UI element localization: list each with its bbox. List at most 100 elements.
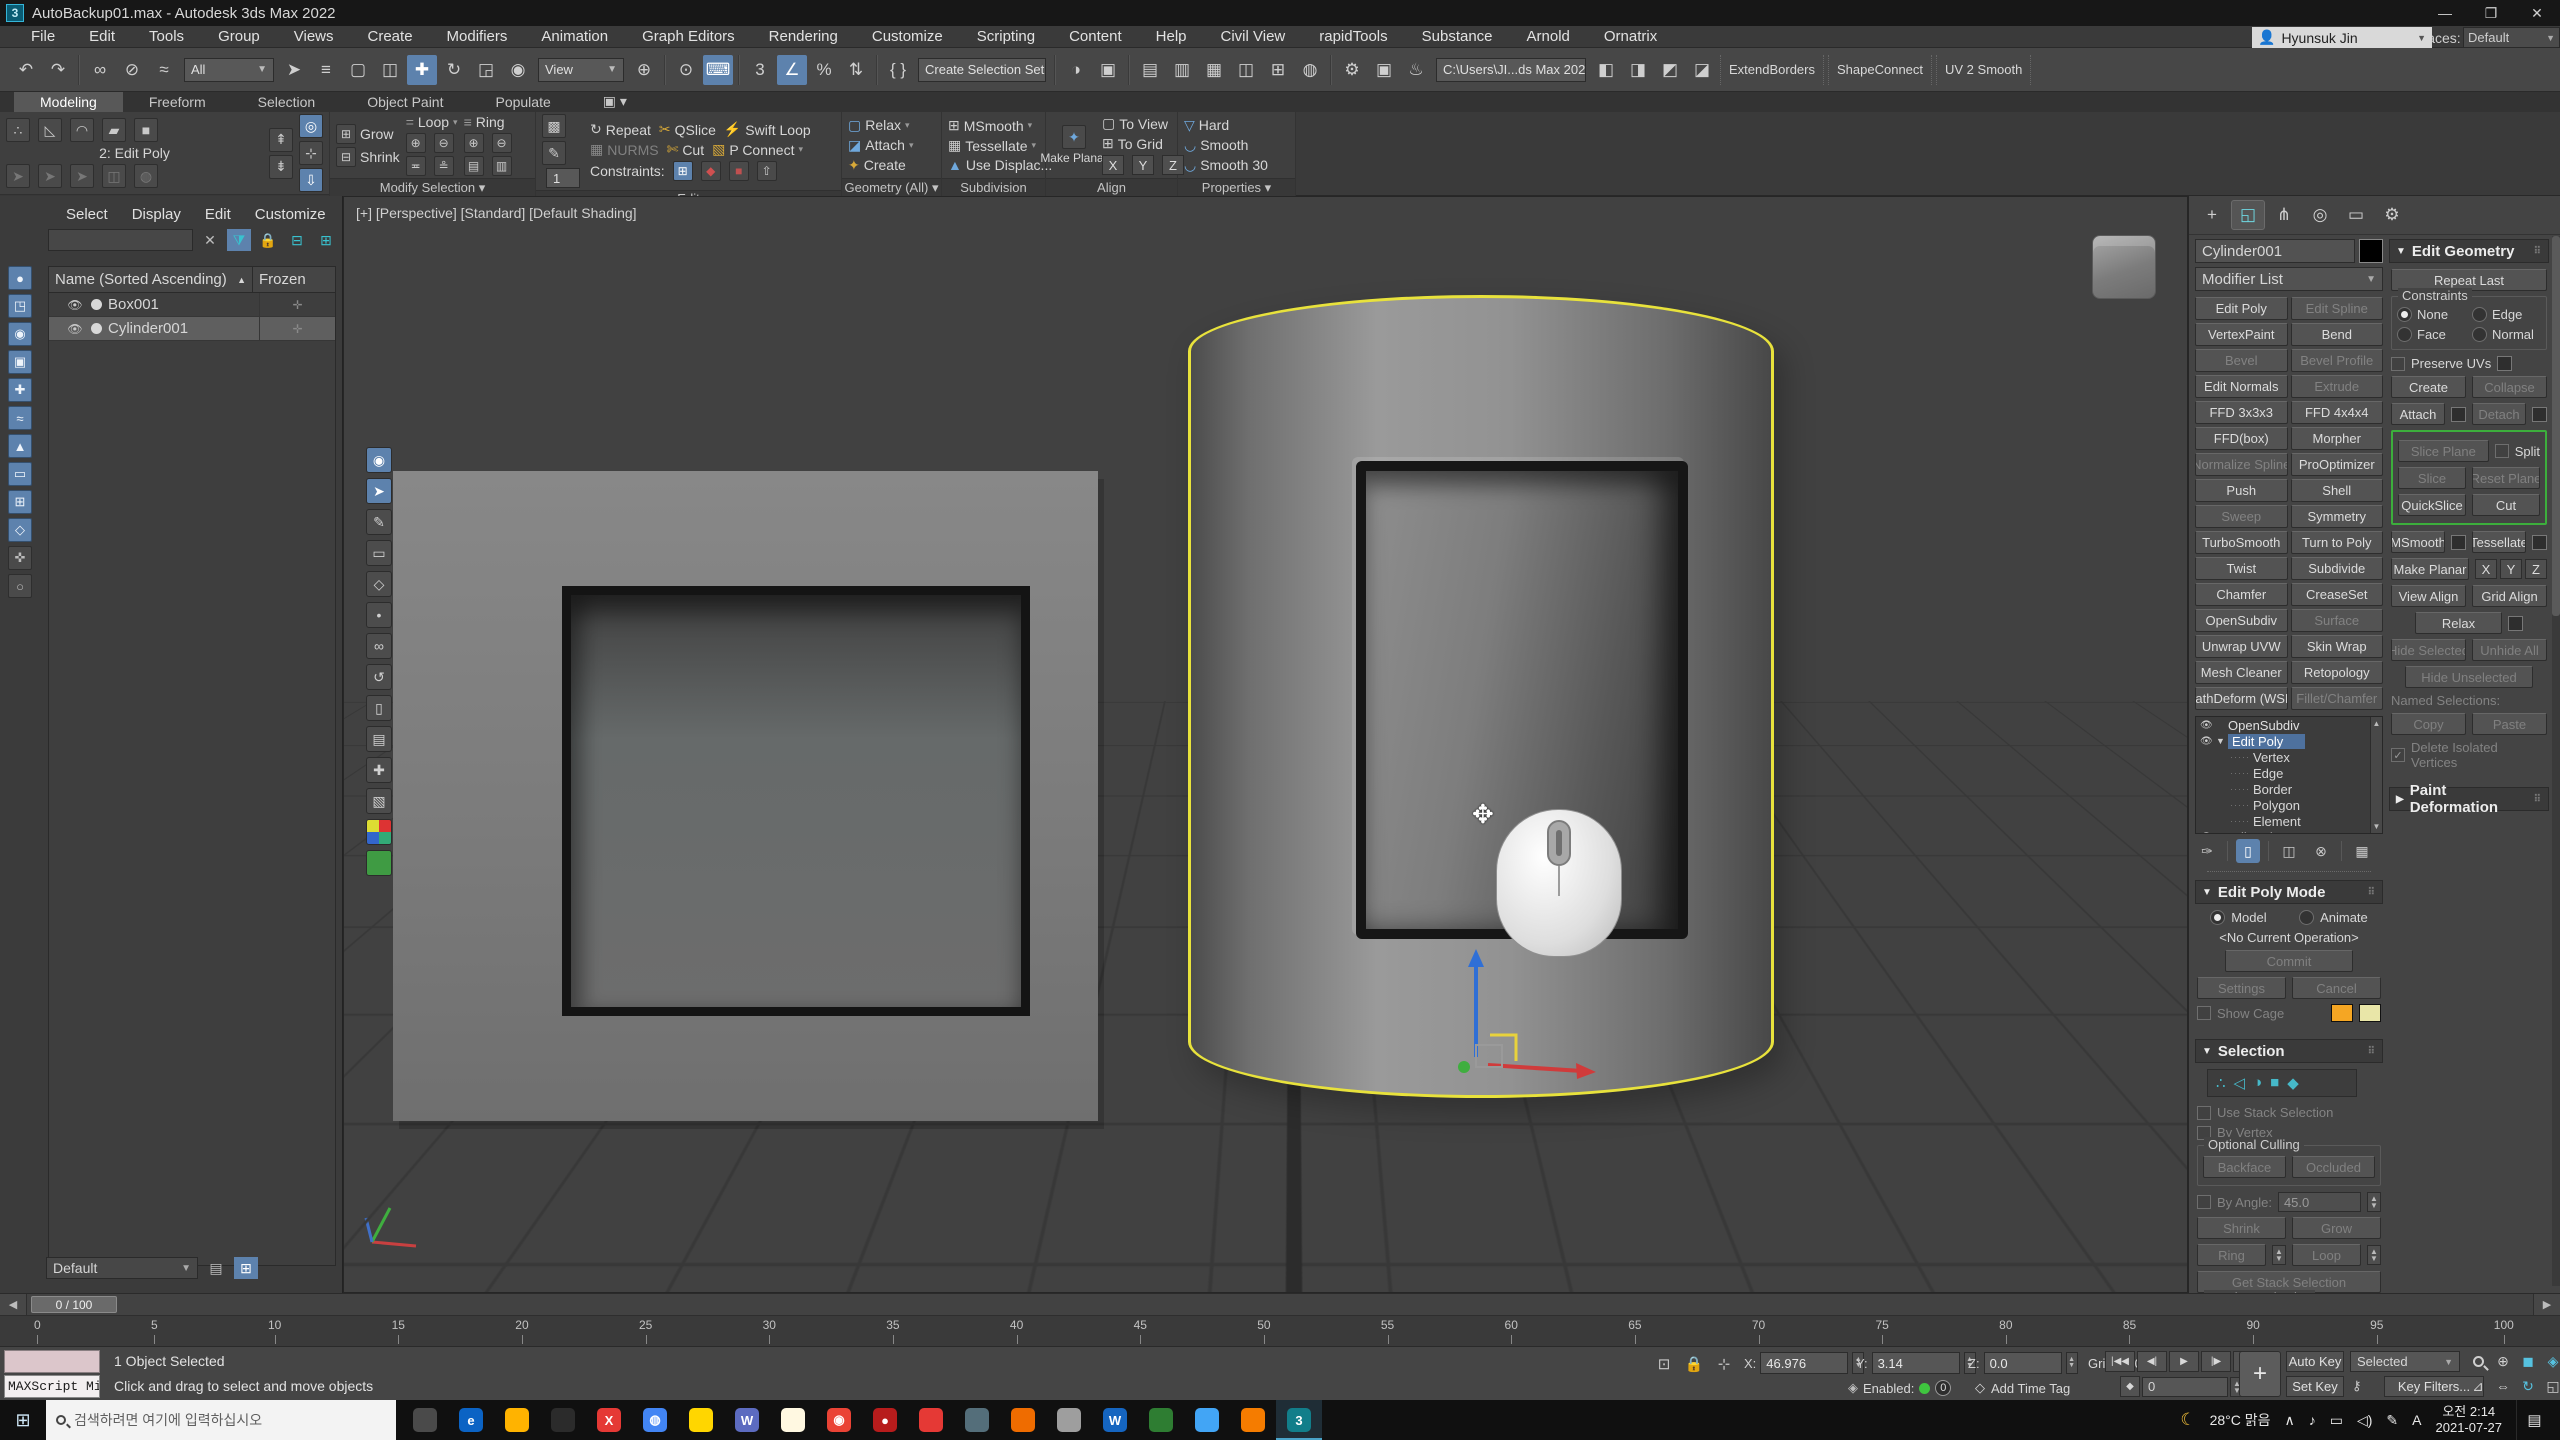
taskbar-app-media[interactable] <box>908 1400 954 1440</box>
taskbar-app-monitor[interactable] <box>954 1400 1000 1440</box>
make-planar-geo-button[interactable]: Make Planar <box>2391 558 2469 580</box>
plus-icon[interactable]: ✚ <box>366 757 392 783</box>
project-folder-dropdown[interactable]: C:\Users\JI...ds Max 2022▼ <box>1436 58 1586 82</box>
modifier-button-opensubdiv[interactable]: OpenSubdiv <box>2195 609 2288 632</box>
hierarchy-tab[interactable]: ⋔ <box>2267 200 2301 230</box>
frozen-cell[interactable]: ✛ <box>259 317 335 340</box>
taskbar-app-blue[interactable] <box>1184 1400 1230 1440</box>
create-button[interactable]: ✦Create <box>848 157 913 174</box>
explorer-preset-dropdown[interactable]: Default▼ <box>46 1257 198 1279</box>
msmooth-settings-icon[interactable] <box>2451 535 2466 550</box>
absolute-offset-toggle-icon[interactable]: ⊹ <box>1712 1352 1736 1376</box>
menu-modifiers[interactable]: Modifiers <box>430 26 525 48</box>
make-unique-icon[interactable]: ◫ <box>2277 839 2301 863</box>
show-cage-toggle-icon[interactable]: ⇩ <box>299 168 323 192</box>
loop-icon[interactable]: ↺ <box>366 664 392 690</box>
ime-language-indicator[interactable]: A <box>2412 1412 2421 1428</box>
constraint-none-radio[interactable] <box>2397 307 2412 322</box>
collapse-stack-icon[interactable]: ➤ <box>70 164 94 188</box>
next-subobj-icon[interactable]: ➤ <box>38 164 62 188</box>
pin-stack-down-icon[interactable]: ⇟ <box>269 155 293 179</box>
dot-ring-icon[interactable]: ▤ <box>464 156 484 176</box>
reset-plane-button[interactable]: Reset Plane <box>2472 467 2540 489</box>
y-coordinate-field[interactable]: 3.14 <box>1872 1352 1960 1374</box>
explorer-list-mode-icon[interactable]: ▤ <box>204 1257 228 1279</box>
filter-lights-icon[interactable]: ◉ <box>8 322 32 346</box>
lock-selection-icon[interactable]: ▩ <box>542 114 566 138</box>
x-coordinate-field[interactable]: 46.976 <box>1760 1352 1848 1374</box>
percent-snap-icon[interactable]: % <box>809 55 839 85</box>
quickslice-button[interactable]: QuickSlice <box>2398 494 2466 516</box>
angle-field[interactable]: 45.0 <box>2278 1192 2361 1212</box>
modifier-button-prooptimizer[interactable]: ProOptimizer <box>2291 453 2384 476</box>
copy-button[interactable]: Copy <box>2391 713 2466 735</box>
explorer-search-input[interactable] <box>48 229 193 251</box>
align-axis-y[interactable]: Y <box>1132 155 1154 175</box>
select-and-scale-icon[interactable]: ◲ <box>471 55 501 85</box>
z-coordinate-field[interactable]: 0.0 <box>1984 1352 2062 1374</box>
angle-spinner[interactable]: ▲▼ <box>2367 1192 2381 1212</box>
isolate-selection-icon[interactable]: ⊡ <box>1652 1352 1676 1376</box>
make-planar-button[interactable]: Make Planar <box>1040 152 1107 165</box>
tessellate-button[interactable]: ▦Tessellate▾ <box>948 137 1052 154</box>
zoom-icon[interactable] <box>2466 1349 2490 1373</box>
modifier-button-unwrap-uvw[interactable]: Unwrap UVW <box>2195 635 2288 658</box>
vertex-mode-icon[interactable]: ∴ <box>6 118 30 142</box>
flat-view-icon[interactable]: ⊞ <box>314 229 338 251</box>
poly-sphere-icon[interactable]: ◍ <box>134 164 158 188</box>
loop-spinner[interactable]: ▲▼ <box>2367 1245 2381 1265</box>
align-axis-x[interactable]: X <box>1102 155 1124 175</box>
vertex-subobject-icon[interactable]: ∴ <box>2216 1074 2226 1092</box>
filter-xrefs-icon[interactable]: ▭ <box>8 462 32 486</box>
align-icon[interactable]: ▣ <box>1093 55 1123 85</box>
modifier-button-normalize-spline[interactable]: Normalize Spline <box>2195 453 2288 476</box>
modifier-list-dropdown[interactable]: Modifier List▼ <box>2195 267 2383 291</box>
filter-helpers-icon[interactable]: ✚ <box>8 378 32 402</box>
display-tab[interactable]: ▭ <box>2339 200 2373 230</box>
smooth-30-button[interactable]: ◡Smooth 30 <box>1184 157 1268 174</box>
reference-coordinate-dropdown[interactable]: View▼ <box>538 58 624 82</box>
modifier-button-edit-poly[interactable]: Edit Poly <box>2195 297 2288 320</box>
polygon-mode-icon[interactable]: ▰ <box>102 118 126 142</box>
panel-divider[interactable] <box>2207 871 2371 872</box>
menu-rendering[interactable]: Rendering <box>752 26 855 48</box>
filter-misc-icon[interactable]: ○ <box>8 574 32 598</box>
modifier-button-turn-to-poly[interactable]: Turn to Poly <box>2291 531 2384 554</box>
modifier-button-fillet-chamfer[interactable]: Fillet/Chamfer <box>2291 687 2384 710</box>
taskbar-app-wave[interactable]: W <box>724 1400 770 1440</box>
viewcube[interactable] <box>2092 235 2156 299</box>
pin-icon[interactable]: ⊹ <box>299 141 323 165</box>
ribbon-tab-populate[interactable]: Populate <box>469 92 576 112</box>
ribbon-tab-freeform[interactable]: Freeform <box>123 92 232 112</box>
stack-item-edit-poly[interactable]: 👁▼Edit Poly <box>2196 733 2382 749</box>
shrink-button[interactable]: ⊟Shrink <box>336 147 400 167</box>
taskbar-app-green[interactable] <box>1138 1400 1184 1440</box>
motion-tab[interactable]: ◎ <box>2303 200 2337 230</box>
explorer-menu-select[interactable]: Select <box>56 206 118 223</box>
taskbar-app-orange[interactable] <box>1230 1400 1276 1440</box>
paint-deformation-header[interactable]: ▶Paint Deformation⠿ <box>2389 787 2549 811</box>
rectangle-icon[interactable]: ▭ <box>366 540 392 566</box>
taskbar-app-gray[interactable] <box>1046 1400 1092 1440</box>
filter-cameras-icon[interactable]: ▣ <box>8 350 32 374</box>
explorer-lock-icon[interactable]: 🔒 <box>256 229 280 251</box>
modifier-button-shell[interactable]: Shell <box>2291 479 2384 502</box>
stack-item-edge[interactable]: Edge <box>2196 765 2382 781</box>
attach-button[interactable]: ◪Attach▾ <box>848 137 913 154</box>
menu-edit[interactable]: Edit <box>72 26 132 48</box>
menu-customize[interactable]: Customize <box>855 26 960 48</box>
stack-item-edit-poly[interactable]: 👁Edit Poly <box>2196 829 2382 834</box>
show-cage-checkbox[interactable] <box>2197 1006 2211 1020</box>
microphone-icon[interactable]: ♪ <box>2309 1412 2316 1428</box>
planar-axis-y[interactable]: Y <box>2500 559 2522 579</box>
slice-plane-button[interactable]: Slice Plane <box>2398 440 2489 462</box>
visibility-eye-icon[interactable]: 👁 <box>65 322 85 336</box>
menu-tools[interactable]: Tools <box>132 26 201 48</box>
green-swatch-icon[interactable] <box>366 850 392 876</box>
menu-help[interactable]: Help <box>1139 26 1204 48</box>
relax-geo-button[interactable]: Relax <box>2415 612 2502 634</box>
select-and-rotate-icon[interactable]: ↻ <box>439 55 469 85</box>
cut-button[interactable]: ✄Cut <box>667 141 705 158</box>
grow-selection-button[interactable]: Grow <box>2292 1217 2381 1239</box>
shrink-selection-button[interactable]: Shrink <box>2197 1217 2286 1239</box>
